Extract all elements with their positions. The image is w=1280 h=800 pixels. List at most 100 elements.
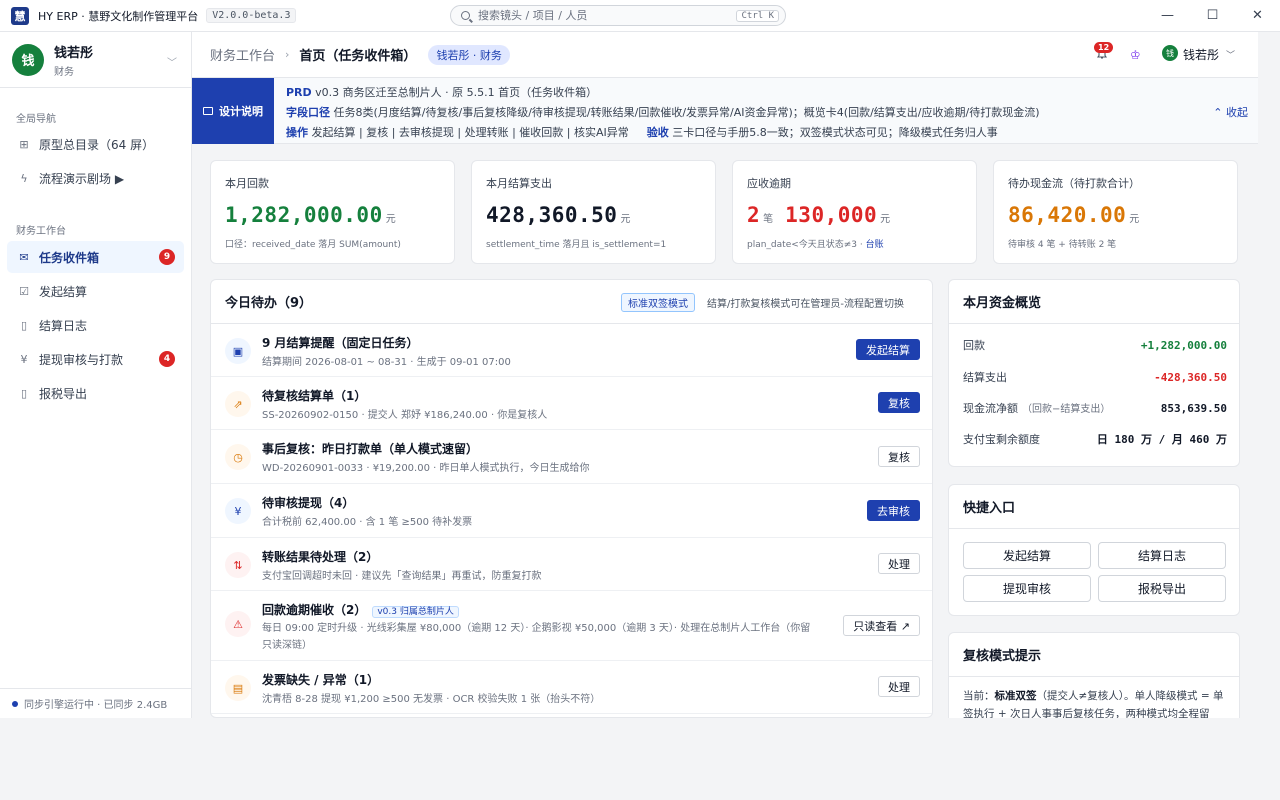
sidebar-item-settlement-log[interactable]: ▯ 结算日志 bbox=[7, 309, 184, 341]
todo-item-sub: WD-20260901-0033 · ¥19,200.00 · 昨日单人模式执行… bbox=[262, 463, 590, 474]
handle-invoice-button[interactable]: 处理 bbox=[878, 676, 920, 697]
kpi-note: 口径：received_date 落月 SUM(amount) bbox=[225, 240, 401, 250]
kpi-note: 待审核 4 笔 + 待转账 2 笔 bbox=[1008, 240, 1117, 250]
global-search[interactable]: Ctrl K bbox=[450, 5, 786, 26]
design-note-line: 字段口径 任务8类(月度结算/待复核/事后复核降级/待审核提现/转账结果/回款催… bbox=[286, 106, 1040, 119]
sidebar-item-label: 流程演示剧场 ▶ bbox=[39, 171, 125, 186]
design-note-line: 操作 发起结算 | 复核 | 去审核提现 | 处理转账 | 催收回款 | 核实A… bbox=[286, 126, 998, 139]
search-input[interactable] bbox=[478, 9, 737, 22]
todo-item-sub: 支付宝回调超时未回 · 建议先「查询结果」再重试，防重复打款 bbox=[262, 571, 542, 582]
sync-status: 同步引擎运行中 · 已同步 2.4GB bbox=[0, 688, 191, 718]
owner-tag: v0.3 归属总制片人 bbox=[372, 606, 459, 618]
list-item: ◷ 事后复核：昨日打款单（单人模式速留） WD-20260901-0033 · … bbox=[211, 430, 932, 484]
sidebar-item-label: 原型总目录（64 屏） bbox=[39, 137, 155, 152]
quick-settlement-log-button[interactable]: 结算日志 bbox=[1098, 542, 1226, 569]
grid-icon: ⊞ bbox=[19, 137, 29, 151]
user-role: 财务 bbox=[54, 66, 74, 78]
inbox-icon: ✉ bbox=[19, 250, 29, 264]
post-review-button[interactable]: 复核 bbox=[878, 446, 920, 467]
mode-hint: 结算/打款复核模式可在管理员-流程配置切换 bbox=[707, 299, 904, 310]
kpi-label: 待办现金流（待打款合计） bbox=[1008, 177, 1140, 190]
kpi-card-settlement: 本月结算支出 428,360.50 元 settlement_time 落月且 … bbox=[471, 160, 716, 264]
kpi-value: 86,420.00 bbox=[1008, 203, 1127, 227]
version-badge: V2.0.0-beta.3 bbox=[206, 8, 297, 23]
quick-tax-export-button[interactable]: 报税导出 bbox=[1098, 575, 1226, 602]
todo-item-sub: 合计税前 62,400.00 · 含 1 笔 ≥500 待补发票 bbox=[262, 517, 473, 528]
sidebar-item-tax-export[interactable]: ▯ 报税导出 bbox=[7, 377, 184, 409]
sidebar-item-task-inbox[interactable]: ✉ 任务收件箱 9 bbox=[7, 241, 184, 273]
sidebar-item-withdraw-review[interactable]: ¥ 提现审核与打款 4 bbox=[7, 343, 184, 375]
kpi-card-cashflow: 待办现金流（待打款合计） 86,420.00 元 待审核 4 笔 + 待转账 2… bbox=[993, 160, 1238, 264]
sidebar-item-start-settlement[interactable]: ☑ 发起结算 bbox=[7, 275, 184, 307]
design-note-banner: 设计说明 PRD v0.3 商务区迁至总制片人 · 原 5.5.1 首页（任务收… bbox=[192, 78, 1258, 144]
trend-icon: ⇗ bbox=[225, 391, 251, 417]
check-square-icon: ☑ bbox=[19, 284, 29, 298]
quick-entry-panel: 快捷入口 发起结算 结算日志 提现审核 报税导出 bbox=[948, 484, 1240, 616]
mode-badge: 标准双签模式 bbox=[621, 293, 695, 312]
review-button[interactable]: 复核 bbox=[878, 392, 920, 413]
sidebar-item-label: 结算日志 bbox=[39, 318, 88, 333]
clock-icon: ◷ bbox=[225, 444, 251, 470]
avatar: 钱 bbox=[12, 43, 44, 76]
breadcrumb-root[interactable]: 财务工作台 bbox=[210, 45, 275, 64]
fund-row: 结算支出 -428,360.50 bbox=[963, 370, 1227, 385]
todo-item-sub: 沈青梧 8-28 提现 ¥1,200 ≥500 无发票 · OCR 校验失败 1… bbox=[262, 694, 601, 705]
todo-item-sub: 结算期间 2026-08-01 ~ 08-31 · 生成于 09-01 07:0… bbox=[262, 357, 511, 368]
todo-item-title: 待审核提现（4） bbox=[262, 496, 355, 510]
avatar[interactable]: 钱 bbox=[1162, 45, 1178, 61]
kpi-value: 130,000 bbox=[785, 203, 878, 227]
user-switcher[interactable]: 钱 钱若彤 财务 ﹀ bbox=[0, 32, 191, 88]
transfer-icon: ⇅ bbox=[225, 552, 251, 578]
review-mode-panel: 复核模式提示 当前：标准双签（提交人≠复核人）。单人降级模式 = 单签执行 + … bbox=[948, 632, 1240, 718]
sidebar: 钱 钱若彤 财务 ﹀ 全局导航 ⊞ 原型总目录（64 屏） ϟ 流程演示剧场 ▶… bbox=[0, 32, 192, 718]
todo-item-title: 发票缺失 / 异常（1） bbox=[262, 673, 380, 687]
maximize-button[interactable]: ☐ bbox=[1190, 0, 1235, 31]
go-review-button[interactable]: 去审核 bbox=[867, 500, 920, 521]
collapse-button[interactable]: ⌃ 收起 bbox=[1213, 104, 1248, 120]
count-badge: 9 bbox=[159, 249, 175, 265]
list-item: ¥ 待审核提现（4） 合计税前 62,400.00 · 含 1 笔 ≥500 待… bbox=[211, 484, 932, 538]
header-user-name[interactable]: 钱若彤 bbox=[1183, 46, 1219, 63]
quick-withdraw-review-button[interactable]: 提现审核 bbox=[963, 575, 1091, 602]
kpi-unit: 元 bbox=[620, 214, 631, 225]
search-shortcut: Ctrl K bbox=[736, 9, 779, 22]
warning-icon: ⚠ bbox=[225, 611, 251, 637]
minimize-button[interactable]: — bbox=[1145, 0, 1190, 31]
todo-title: 今日待办（9） bbox=[225, 296, 313, 311]
ledger-link[interactable]: 台账 bbox=[866, 240, 884, 250]
sidebar-item-flow-demo[interactable]: ϟ 流程演示剧场 ▶ bbox=[7, 162, 184, 194]
close-button[interactable]: ✕ bbox=[1235, 0, 1280, 31]
chevron-up-icon: ⌃ bbox=[1213, 106, 1223, 119]
fund-value: -428,360.50 bbox=[1154, 370, 1227, 384]
todo-item-sub: 每日 09:00 定时升级 · 光线彩集屋 ¥80,000（逾期 12 天）· … bbox=[262, 623, 811, 634]
kpi-label: 本月结算支出 bbox=[486, 177, 552, 190]
quick-start-settlement-button[interactable]: 发起结算 bbox=[963, 542, 1091, 569]
fund-row: 现金流净额 （回款−结算支出） 853,639.50 bbox=[963, 401, 1227, 416]
kpi-card-collection: 本月回款 1,282,000.00 元 口径：received_date 落月 … bbox=[210, 160, 455, 264]
kpi-unit: 元 bbox=[880, 214, 891, 225]
kpi-value: 1,282,000.00 bbox=[225, 203, 383, 227]
readonly-view-button[interactable]: 只读查看 ↗ bbox=[843, 615, 920, 636]
todo-item-title: 待复核结算单（1） bbox=[262, 389, 367, 403]
todo-item-sub: 只读深链） bbox=[262, 640, 312, 651]
page-title: 首页（任务收件箱） bbox=[299, 49, 417, 64]
chevron-down-icon[interactable]: ﹀ bbox=[1226, 48, 1235, 61]
handle-transfer-button[interactable]: 处理 bbox=[878, 553, 920, 574]
invoice-icon: ▤ bbox=[225, 675, 251, 701]
sidebar-item-prototype-index[interactable]: ⊞ 原型总目录（64 屏） bbox=[7, 128, 184, 160]
yen-icon: ¥ bbox=[225, 498, 251, 524]
bolt-icon: ϟ bbox=[20, 171, 28, 185]
count-badge: 4 bbox=[159, 351, 175, 367]
app-title: HY ERP · 慧野文化制作管理平台 bbox=[38, 9, 199, 23]
start-settlement-button[interactable]: 发起结算 bbox=[856, 339, 920, 360]
todo-item-title: 9 月结算提醒（固定日任务） bbox=[262, 336, 419, 350]
kpi-note: settlement_time 落月且 is_settlement=1 bbox=[486, 240, 667, 250]
kpi-count: 2 bbox=[747, 203, 761, 227]
sidebar-item-label: 发起结算 bbox=[39, 284, 88, 299]
todo-panel: 今日待办（9） 标准双签模式 结算/打款复核模式可在管理员-流程配置切换 ▣ 9… bbox=[210, 279, 933, 718]
design-note-tag: 设计说明 bbox=[192, 78, 274, 144]
ai-assistant-icon[interactable]: ♔ bbox=[1130, 48, 1141, 62]
list-item: ▤ 发票缺失 / 异常（1） 沈青梧 8-28 提现 ¥1,200 ≥500 无… bbox=[211, 661, 932, 714]
app-logo-icon: 慧 bbox=[11, 6, 29, 25]
window-controls: — ☐ ✕ bbox=[1145, 0, 1280, 31]
